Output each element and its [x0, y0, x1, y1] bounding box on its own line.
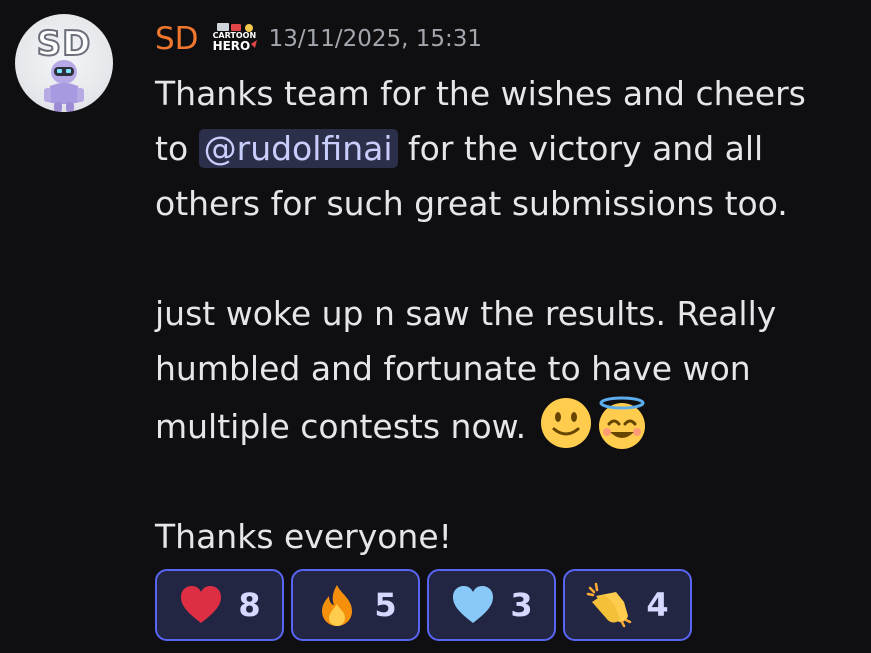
- reaction-count: 3: [510, 586, 533, 624]
- message-line: just woke up n saw the results. Really: [155, 294, 777, 333]
- reaction-red-heart[interactable]: 8: [155, 569, 284, 641]
- message-line: others for such great submissions too.: [155, 184, 788, 223]
- message-line: Thanks everyone!: [155, 517, 452, 556]
- username[interactable]: SD: [155, 23, 199, 55]
- red-heart-icon: [181, 586, 222, 623]
- reaction-fire[interactable]: 5: [291, 569, 420, 641]
- fire-icon: [322, 585, 353, 626]
- message-line: Thanks team for the wishes and cheers: [155, 74, 806, 113]
- message-header: SD CARTOON HERO 13/11/2025, 15:31: [155, 18, 482, 60]
- slightly-smiling-face-icon[interactable]: [539, 396, 593, 450]
- astronaut-figure-icon: [44, 60, 84, 112]
- light-blue-heart-icon: [453, 586, 494, 623]
- message-text: for the victory and all: [397, 129, 764, 168]
- reaction-count: 4: [646, 586, 669, 624]
- user-mention[interactable]: @rudolfinai: [198, 129, 398, 168]
- reaction-count: 8: [238, 586, 261, 624]
- reaction-bar: 8 5 3 4: [155, 569, 692, 641]
- message-line: humbled and fortunate to have won: [155, 349, 751, 388]
- message-timestamp: 13/11/2025, 15:31: [268, 26, 483, 52]
- cartoon-hero-badge-icon[interactable]: CARTOON HERO: [211, 22, 261, 56]
- clapping-hands-icon: [587, 582, 632, 628]
- badge-line2: HERO: [212, 39, 251, 53]
- message-text: multiple contests now.: [155, 407, 537, 446]
- message-line: multiple contests now.: [155, 396, 855, 454]
- message-line: to @rudolfinai for the victory and all: [155, 121, 855, 176]
- reaction-clapping-hands[interactable]: 4: [563, 569, 692, 641]
- smiling-face-with-halo-icon[interactable]: [595, 396, 649, 450]
- message-text: to: [155, 129, 199, 168]
- message-content: Thanks team for the wishes and cheers to…: [155, 66, 855, 564]
- reaction-light-blue-heart[interactable]: 3: [427, 569, 556, 641]
- user-avatar[interactable]: SD: [15, 14, 113, 112]
- reaction-count: 5: [374, 586, 397, 624]
- chat-message: SD SD CARTOON HERO 13/11/2025, 15:31 Tha…: [0, 0, 871, 653]
